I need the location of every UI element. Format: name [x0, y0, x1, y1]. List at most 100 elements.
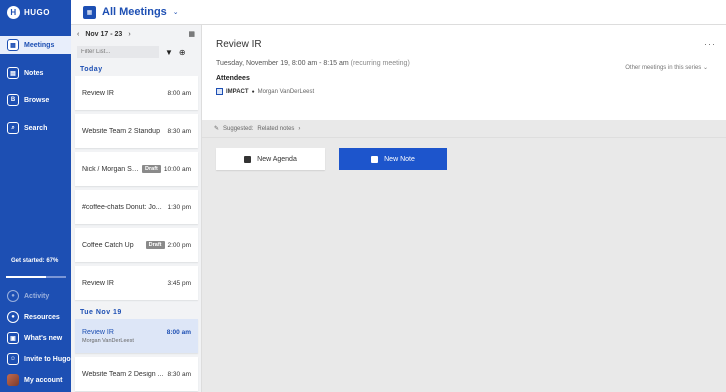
- other-meetings-label: Other meetings in this series: [625, 65, 702, 71]
- list-item[interactable]: Coffee Catch Up Draft 2:00 pm: [75, 228, 198, 262]
- avatar: [7, 374, 19, 386]
- page-title: Review IR: [216, 39, 262, 50]
- suggested-bar: ✎ Suggested: Related notes ›: [202, 120, 726, 138]
- new-agenda-button[interactable]: New Agenda: [216, 148, 325, 170]
- sidebar-item-label: What's new: [24, 334, 63, 342]
- view-selector[interactable]: All Meetings: [102, 6, 167, 18]
- day-label-today: Today: [80, 66, 103, 73]
- sidebar-item-resources[interactable]: ● Resources: [0, 308, 71, 326]
- separator-dot-icon: ●: [251, 88, 255, 95]
- list-item[interactable]: #coffee-chats Donut: Jo... 1:30 pm: [75, 190, 198, 224]
- next-week-icon[interactable]: ›: [128, 31, 130, 38]
- filter-input[interactable]: [77, 46, 159, 58]
- meeting-title: Review IR: [82, 279, 114, 287]
- list-item[interactable]: Nick / Morgan Sy... Draft 10:00 am: [75, 152, 198, 186]
- get-started-progress-bar: [6, 276, 66, 278]
- magic-wand-icon: ✎: [214, 126, 220, 132]
- attendee-row[interactable]: IMPACT ● Morgan VanDerLeest: [216, 88, 712, 95]
- resources-icon: ●: [7, 311, 19, 323]
- calendar-picker-icon[interactable]: ▦: [188, 30, 195, 38]
- attendee-name: Morgan VanDerLeest: [257, 88, 315, 95]
- attendees-heading: Attendees: [216, 75, 250, 82]
- recurring-label: (recurring meeting): [350, 60, 410, 67]
- list-item[interactable]: Website Team 2 Design ... 8:30 am: [75, 357, 198, 391]
- agenda-icon: [244, 155, 252, 163]
- draft-badge: Draft: [145, 241, 165, 249]
- other-meetings-series-link[interactable]: Other meetings in this series ⌄: [625, 64, 708, 71]
- meeting-time: 10:00 am: [163, 165, 191, 173]
- sidebar-item-my-account[interactable]: My account: [0, 371, 71, 389]
- meeting-time: 1:30 pm: [167, 203, 192, 211]
- suggested-label: Suggested:: [223, 125, 254, 132]
- calendar-group-icon: ▦: [83, 5, 96, 19]
- hugo-logo-icon: H: [7, 6, 20, 19]
- meeting-time: 8:00 am: [167, 89, 192, 97]
- meeting-list: ‹ Nov 17 - 23 › ▦ ▼ ⊕ Today Review IR 8:…: [71, 25, 202, 392]
- list-item[interactable]: Review IR 3:45 pm: [75, 266, 198, 300]
- company-icon: [216, 88, 223, 95]
- sidebar-item-label: Activity: [24, 292, 50, 300]
- invite-icon: ☺: [7, 353, 19, 365]
- meeting-header: Review IR ··· Tuesday, November 19, 8:00…: [202, 25, 726, 120]
- meeting-title: #coffee-chats Donut: Jo...: [82, 203, 162, 211]
- sidebar-item-label: Search: [24, 124, 48, 132]
- meeting-title: Website Team 2 Standup: [82, 127, 160, 135]
- attendee-org: IMPACT: [226, 88, 249, 95]
- meeting-detail-pane: Review IR ··· Tuesday, November 19, 8:00…: [202, 25, 726, 392]
- calendar-icon: ▦: [7, 39, 19, 51]
- sidebar-item-label: Notes: [24, 69, 44, 77]
- meeting-when: Tuesday, November 19, 8:00 am - 8:15 am: [216, 60, 349, 67]
- search-icon: ⌕: [7, 122, 19, 134]
- add-meeting-icon[interactable]: ⊕: [179, 48, 186, 57]
- filter-icon[interactable]: ▼: [165, 48, 173, 57]
- meeting-time: 8:30 am: [167, 127, 192, 135]
- logo-text: HUGO: [24, 8, 50, 17]
- sidebar: H HUGO ▦ Meetings ▤ Notes B Browse ⌕ Sea…: [0, 0, 71, 392]
- draft-badge: Draft: [142, 165, 161, 173]
- list-item[interactable]: Website Team 2 Standup 8:30 am: [75, 114, 198, 148]
- sidebar-item-notes[interactable]: ▤ Notes: [0, 64, 71, 82]
- meeting-time: 8:30 am: [167, 370, 192, 378]
- hugo-logo[interactable]: H HUGO: [7, 6, 50, 19]
- sidebar-item-label: Invite to Hugo: [24, 355, 71, 363]
- get-started-progress-label[interactable]: Get started: 67%: [11, 258, 58, 264]
- chevron-down-icon: ⌄: [702, 65, 708, 71]
- new-agenda-label: New Agenda: [257, 155, 297, 163]
- meeting-attendee: Morgan VanDerLeest: [82, 337, 134, 344]
- meeting-time: 8:00 am: [166, 328, 191, 336]
- related-notes-link[interactable]: Related notes: [257, 126, 294, 132]
- sidebar-item-activity[interactable]: ● Activity: [0, 287, 71, 305]
- list-item[interactable]: Review IR 8:00 am: [75, 76, 198, 110]
- chevron-right-icon[interactable]: ›: [298, 126, 300, 132]
- chevron-down-icon[interactable]: ⌄: [173, 8, 179, 16]
- meeting-title: Nick / Morgan Sy...: [82, 165, 140, 173]
- sidebar-item-meetings[interactable]: ▦ Meetings: [0, 36, 71, 54]
- more-options-icon[interactable]: ···: [704, 39, 716, 49]
- progress-fill: [6, 276, 47, 278]
- new-note-button[interactable]: New Note: [339, 148, 447, 170]
- meeting-title: Website Team 2 Design ...: [82, 370, 164, 378]
- meeting-title: Review IR: [82, 328, 114, 336]
- selected-row: Review IR 8:00 am: [82, 329, 191, 336]
- meeting-title: Coffee Catch Up: [82, 241, 134, 249]
- browse-icon: B: [7, 94, 19, 106]
- list-item-selected[interactable]: Review IR 8:00 am Morgan VanDerLeest: [75, 319, 198, 353]
- sidebar-item-label: My account: [24, 376, 63, 384]
- sidebar-item-search[interactable]: ⌕ Search: [0, 119, 71, 137]
- meeting-time: 3:45 pm: [167, 279, 192, 287]
- filter-row: ▼ ⊕: [71, 43, 201, 61]
- whats-new-icon: ▣: [7, 332, 19, 344]
- top-bar: ▦ All Meetings ⌄: [71, 0, 726, 25]
- sidebar-item-browse[interactable]: B Browse: [0, 91, 71, 109]
- note-icon: [371, 155, 379, 163]
- prev-week-icon[interactable]: ‹: [77, 31, 79, 38]
- sidebar-item-invite[interactable]: ☺ Invite to Hugo: [0, 350, 71, 368]
- notes-icon: ▤: [7, 67, 19, 79]
- sidebar-item-whats-new[interactable]: ▣ What's new: [0, 329, 71, 347]
- meeting-title: Review IR: [82, 89, 114, 97]
- new-note-label: New Note: [384, 155, 415, 163]
- week-range: Nov 17 - 23: [85, 30, 123, 38]
- sidebar-item-label: Browse: [24, 96, 50, 104]
- sidebar-item-label: Meetings: [24, 41, 55, 49]
- action-buttons: New Agenda New Note: [202, 138, 726, 180]
